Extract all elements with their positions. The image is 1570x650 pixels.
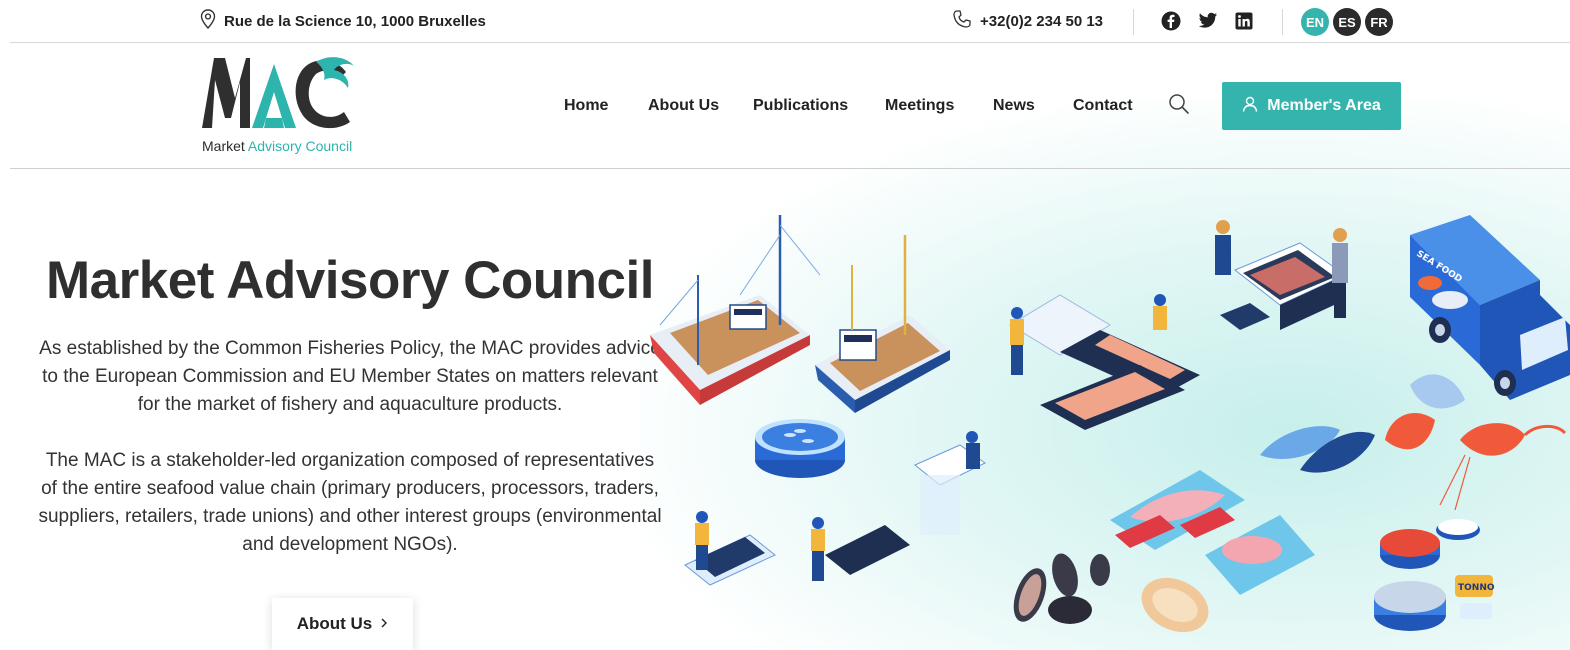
user-icon [1242,96,1258,117]
hero-paragraph-2: The MAC is a stakeholder-led organizatio… [38,450,662,555]
lang-es[interactable]: ES [1333,8,1361,36]
lang-fr[interactable]: FR [1365,8,1393,36]
nav-meetings[interactable]: Meetings [885,97,954,115]
nav-about-us[interactable]: About Us [648,97,719,115]
fish-fillet-icon [1110,470,1315,595]
processing-conveyor-icon [1009,294,1200,430]
worker-icon [811,517,910,581]
fish-cleaning-station-icon [914,431,986,535]
canned-seafood-icon: TONNO [1374,519,1495,631]
facebook-icon[interactable] [1160,10,1182,32]
nav-contact[interactable]: Contact [1073,97,1133,115]
phone-text[interactable]: +32(0)2 234 50 13 [980,13,1103,30]
twitter-icon[interactable] [1197,10,1219,32]
about-us-button[interactable]: About Us [272,598,413,650]
chevron-right-icon [380,614,388,634]
phone[interactable]: +32(0)2 234 50 13 [952,9,1103,33]
fishing-boat-icon [815,235,950,413]
member-area-label[interactable]: Member's Area [1267,97,1380,115]
phone-icon [952,9,972,33]
hero-title: Market Advisory Council [46,251,654,310]
seafood-value-chain-illustration: SEA FOOD TONNO [650,215,1570,633]
tonno-label: TONNO [1458,583,1495,593]
hero-paragraph-1: As established by the Common Fisheries P… [39,338,661,415]
logo-caption-advisory-council: Advisory Council [247,138,353,154]
logo-caption: Market Advisory Council [202,138,352,154]
seafood-truck-icon: SEA FOOD [1410,215,1570,400]
lang-en[interactable]: EN [1301,8,1329,36]
fish-farm-icon [755,419,845,478]
fishing-boat-icon [650,215,821,405]
location-pin-icon [200,9,216,33]
linkedin-icon[interactable] [1233,10,1255,32]
nav-news[interactable]: News [993,97,1035,115]
address: Rue de la Science 10, 1000 Bruxelles [200,9,486,33]
nav-home[interactable]: Home [564,97,608,115]
logo-caption-market: Market [202,138,245,154]
header-divider [10,168,1570,169]
address-text: Rue de la Science 10, 1000 Bruxelles [224,12,486,30]
fish-market-stall-icon [1215,220,1348,330]
member-area-button[interactable]: Member's Area [1222,82,1401,130]
about-us-label[interactable]: About Us [297,614,373,634]
divider [1133,9,1134,35]
nav-publications[interactable]: Publications [753,97,848,115]
mussel-icon [1013,553,1209,633]
search-icon[interactable] [1168,93,1192,117]
divider [1282,9,1283,35]
topbar-divider [10,42,1570,43]
worker-icon [684,511,776,586]
top-bar: Rue de la Science 10, 1000 Bruxelles +32… [0,0,1570,44]
